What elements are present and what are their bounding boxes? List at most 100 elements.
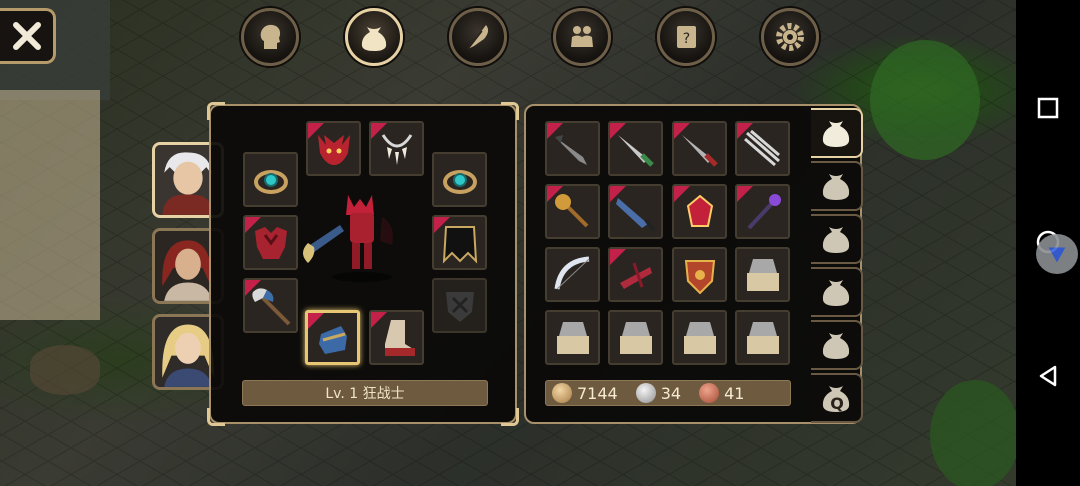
- bag-icon: [822, 174, 850, 200]
- close-button[interactable]: [0, 8, 56, 64]
- floating-overlay-button[interactable]: [1036, 234, 1078, 274]
- red-boot-icon: [384, 319, 415, 356]
- inventory-slot[interactable]: [672, 310, 727, 365]
- equip-slot-ring-right[interactable]: [432, 152, 487, 207]
- inventory-slot[interactable]: [608, 247, 663, 302]
- gold-amount: 7144: [577, 383, 618, 403]
- tab-inventory[interactable]: [345, 8, 403, 66]
- gear-icon: [776, 23, 804, 51]
- blue-gauntlet-icon: [318, 325, 347, 354]
- treasure-box-icon: [746, 321, 779, 354]
- dark-dagger-icon: [554, 134, 587, 165]
- inventory-slot[interactable]: [545, 310, 600, 365]
- frame-corner: [501, 102, 519, 120]
- bag-icon: [822, 121, 850, 147]
- well: [30, 345, 100, 395]
- scroll-icon: ?: [677, 26, 696, 48]
- fang-necklace-icon: [381, 133, 412, 165]
- tab-party[interactable]: [553, 8, 611, 66]
- feather-icon: [467, 25, 489, 50]
- triangle-back-icon: [1039, 365, 1057, 387]
- inventory-slot[interactable]: [735, 184, 790, 239]
- black-cape-icon: [442, 225, 477, 264]
- red-dragon-armor-icon: [254, 226, 287, 259]
- frame-corner: [207, 102, 225, 120]
- tab-quests[interactable]: ?: [657, 8, 715, 66]
- equip-slot-boots[interactable]: [369, 310, 424, 365]
- silver-coin-icon: [635, 383, 656, 403]
- svg-text:?: ?: [683, 31, 690, 47]
- silver-bow-icon: [554, 256, 589, 289]
- double-axe-icon: [251, 287, 290, 325]
- bag-tab-1[interactable]: [811, 108, 863, 158]
- red-sword-icon: [681, 134, 718, 167]
- bag-icon: [361, 27, 387, 51]
- inventory-slot[interactable]: [608, 310, 663, 365]
- blue-greatsword-icon: [615, 197, 656, 231]
- copper-amount: 41: [724, 383, 745, 403]
- bag-tab-2[interactable]: [811, 161, 863, 211]
- currency-bar: 7144 34 41: [545, 380, 791, 406]
- inventory-slot[interactable]: [545, 184, 600, 239]
- equip-slot-gloves[interactable]: [305, 310, 360, 365]
- bag-tab-4[interactable]: [811, 267, 863, 317]
- tab-skills[interactable]: [449, 8, 507, 66]
- chevron-down-icon: [1048, 247, 1066, 263]
- equip-slot-armor[interactable]: [243, 215, 298, 270]
- treasure-box-icon: [746, 258, 779, 291]
- inventory-slot[interactable]: [672, 121, 727, 176]
- tree: [870, 40, 980, 160]
- golden-mace-icon: [554, 193, 588, 227]
- inventory-slot[interactable]: [735, 247, 790, 302]
- teal-ring-icon: [253, 169, 288, 194]
- close-icon: [12, 22, 41, 50]
- treasure-box-icon: [683, 321, 716, 354]
- inventory-slot[interactable]: [672, 184, 727, 239]
- equip-slot-cape[interactable]: [432, 215, 487, 270]
- inventory-slot[interactable]: [735, 310, 790, 365]
- teal-ring-icon: [442, 169, 477, 194]
- bag-tab-3[interactable]: [811, 214, 863, 264]
- people-icon: [571, 26, 593, 47]
- shield-placeholder-icon: [445, 291, 474, 322]
- frame-corner: [207, 408, 225, 426]
- head-icon: [260, 24, 281, 49]
- tree: [930, 380, 1020, 486]
- crimson-crossbow-icon: [619, 262, 652, 289]
- bag-icon: [822, 333, 850, 359]
- green-sword-icon: [617, 134, 654, 167]
- bag-icon: [822, 280, 850, 306]
- equip-slot-weapon[interactable]: [243, 278, 298, 333]
- red-gem-icon: [686, 194, 713, 227]
- house-wall: [0, 90, 100, 320]
- inventory-slot[interactable]: [545, 247, 600, 302]
- quest-bag-label: Q: [830, 393, 844, 413]
- ornate-shield-icon: [684, 259, 715, 294]
- tab-settings[interactable]: [761, 8, 819, 66]
- bag-tab-5[interactable]: [811, 320, 863, 370]
- equip-slot-necklace[interactable]: [369, 121, 424, 176]
- inventory-slot[interactable]: [545, 121, 600, 176]
- equip-slot-helmet[interactable]: [306, 121, 361, 176]
- bag-icon: [822, 227, 850, 253]
- silver-amount: 34: [660, 383, 682, 403]
- inventory-slot[interactable]: [608, 121, 663, 176]
- equip-slot-ring-left[interactable]: [243, 152, 298, 207]
- bag-tab-quest[interactable]: Q: [811, 373, 863, 423]
- inventory-slot[interactable]: [735, 121, 790, 176]
- treasure-box-icon: [619, 321, 652, 354]
- recents-button[interactable]: [1032, 92, 1064, 124]
- treasure-box-icon: [556, 321, 589, 354]
- copper-coin-icon: [699, 383, 720, 403]
- frame-corner: [501, 408, 519, 426]
- game-screen: ? Lv. 1 狂战士 7144 34 41 Q: [0, 0, 1080, 486]
- inventory-slot[interactable]: [672, 247, 727, 302]
- purple-staff-icon: [747, 193, 781, 229]
- back-button[interactable]: [1032, 360, 1064, 392]
- tab-character[interactable]: [241, 8, 299, 66]
- square-icon: [1037, 97, 1059, 119]
- equip-slot-offhand[interactable]: [432, 278, 487, 333]
- red-dragon-helm-icon: [317, 134, 350, 165]
- inventory-slot[interactable]: [608, 184, 663, 239]
- character-level-label: Lv. 1 狂战士: [242, 380, 488, 406]
